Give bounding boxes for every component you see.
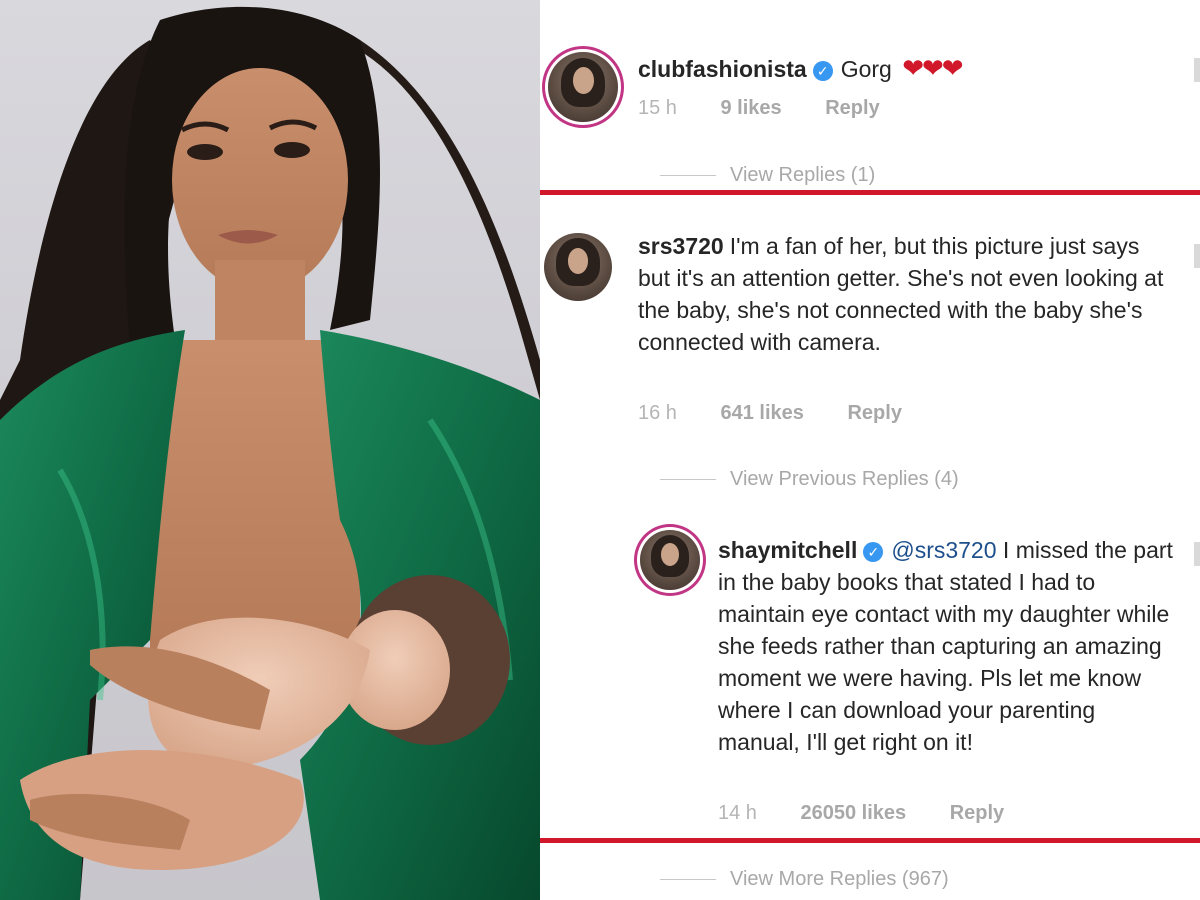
highlight-line-top xyxy=(540,190,1200,195)
reply-button[interactable]: Reply xyxy=(847,402,901,424)
comment-likes[interactable]: 641 likes xyxy=(721,402,804,424)
mention-link[interactable]: @srs3720 xyxy=(891,537,996,563)
post-photo-illustration xyxy=(0,6,540,900)
view-replies-label: View Replies (1) xyxy=(730,164,876,186)
avatar-clubfashionista[interactable] xyxy=(548,52,618,122)
highlight-line-bottom xyxy=(540,838,1200,843)
scrollbar-mark xyxy=(1194,244,1200,268)
divider xyxy=(660,175,716,177)
comment-srs3720: srs3720 I'm a fan of her, but this pictur… xyxy=(638,230,1173,358)
comment-time: 14 h xyxy=(718,802,757,824)
comment-shaymitchell: shaymitchell ✓ @srs3720 I missed the part … xyxy=(718,534,1178,758)
heart-icon: ❤❤❤ xyxy=(902,53,963,83)
comment-text: I missed the part in the baby books that… xyxy=(718,537,1173,755)
verified-badge-icon: ✓ xyxy=(863,542,884,562)
post-photo xyxy=(0,0,540,900)
comment-meta: 15 h 9 likes Reply xyxy=(638,97,918,120)
divider xyxy=(660,879,716,881)
comment-time: 16 h xyxy=(638,402,677,424)
comment-meta: 16 h 641 likes Reply xyxy=(638,402,940,425)
comment-likes[interactable]: 26050 likes xyxy=(801,802,907,824)
comment-clubfashionista: clubfashionista ✓ Gorg ❤❤❤ xyxy=(638,52,1178,85)
comments-panel: clubfashionista ✓ Gorg ❤❤❤ 15 h 9 likes Re… xyxy=(540,0,1200,900)
comment-username[interactable]: shaymitchell xyxy=(718,537,857,563)
view-replies-label: View More Replies (967) xyxy=(730,868,949,890)
avatar-shaymitchell[interactable] xyxy=(640,530,700,590)
divider xyxy=(660,479,716,481)
avatar-srs3720[interactable] xyxy=(544,233,612,301)
scrollbar-mark xyxy=(1194,542,1200,566)
avatar-face xyxy=(567,247,589,274)
scrollbar-mark xyxy=(1194,58,1200,82)
comment-meta: 14 h 26050 likes Reply xyxy=(718,802,1042,825)
comment-username[interactable]: clubfashionista xyxy=(638,56,807,82)
reply-button[interactable]: Reply xyxy=(950,802,1004,824)
view-previous-replies-button[interactable]: View Previous Replies (4) xyxy=(660,468,959,491)
comment-username[interactable]: srs3720 xyxy=(638,233,724,259)
avatar-face xyxy=(572,67,594,94)
view-replies-label: View Previous Replies (4) xyxy=(730,468,959,490)
comment-likes[interactable]: 9 likes xyxy=(721,97,782,119)
comment-time: 15 h xyxy=(638,97,677,119)
comment-text: Gorg xyxy=(840,56,892,82)
verified-badge-icon: ✓ xyxy=(812,61,833,81)
view-replies-button[interactable]: View Replies (1) xyxy=(660,164,875,187)
avatar-face xyxy=(661,543,679,566)
view-more-replies-button[interactable]: View More Replies (967) xyxy=(660,868,949,891)
reply-button[interactable]: Reply xyxy=(825,97,879,119)
